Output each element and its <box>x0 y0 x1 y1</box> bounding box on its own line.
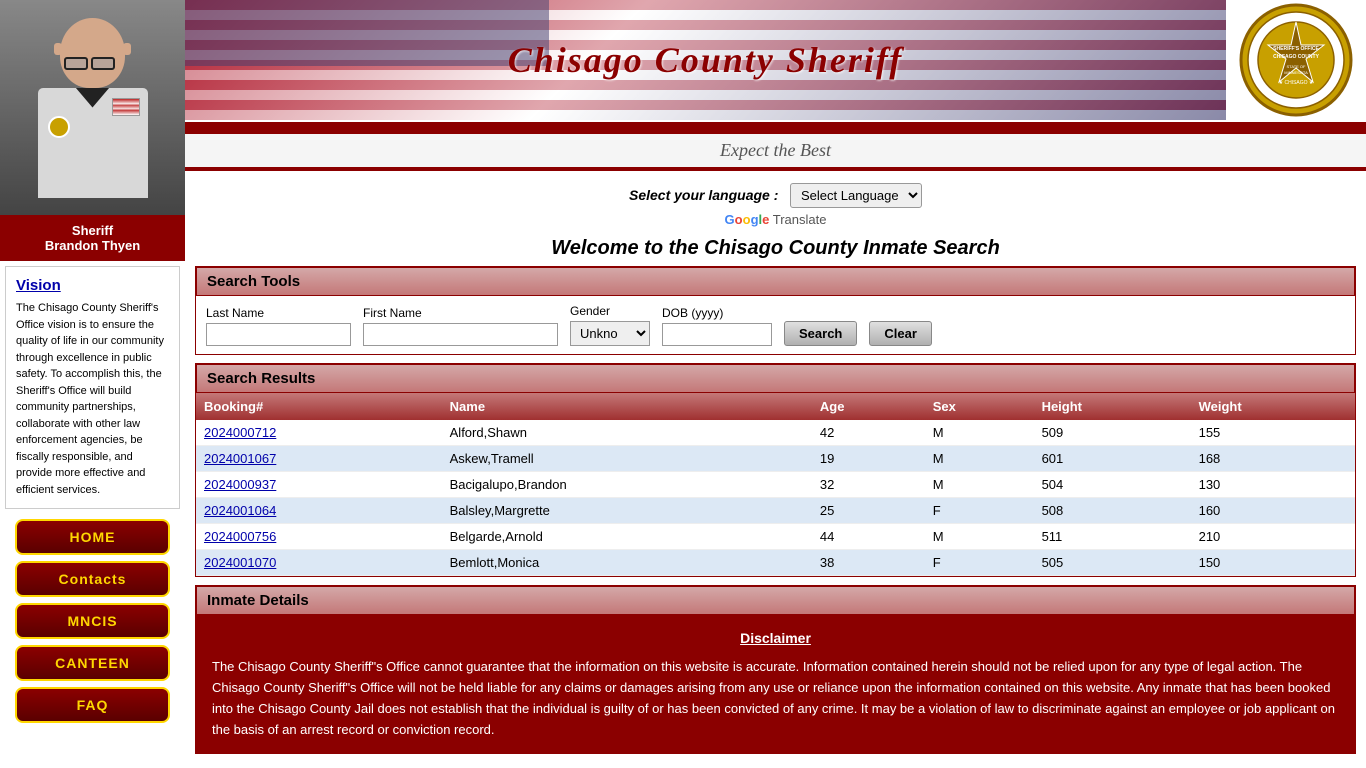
nav-buttons: HOME Contacts MNCIS CANTEEN FAQ <box>0 519 185 723</box>
table-row: 2024000756Belgarde,Arnold44M511210 <box>196 524 1355 550</box>
search-tools-header: Search Tools <box>196 267 1355 296</box>
disclaimer-text: The Chisago County Sheriff"s Office cann… <box>212 659 1335 736</box>
table-row: 2024000937Bacigalupo,Brandon32M504130 <box>196 472 1355 498</box>
nav-btn-mncis[interactable]: MNCIS <box>15 603 170 639</box>
header-red-bar <box>185 122 1366 134</box>
header: Chisago County Sheriff SHERIFF'S OFFICE … <box>185 0 1366 171</box>
lastname-label: Last Name <box>206 306 351 320</box>
svg-text:MINNESOTA: MINNESOTA <box>1284 70 1308 75</box>
google-translate-bar: Google Translate <box>185 212 1366 231</box>
nav-btn-contacts[interactable]: Contacts <box>15 561 170 597</box>
vision-box: Vision The Chisago County Sheriff's Offi… <box>5 266 180 509</box>
firstname-label: First Name <box>363 306 558 320</box>
svg-text:SHERIFF'S OFFICE: SHERIFF'S OFFICE <box>1273 46 1319 52</box>
lang-label: Select your language : <box>629 187 778 203</box>
gender-field: Gender UnknoMaleFemale <box>570 304 650 346</box>
header-subtitle: Expect the Best <box>720 140 831 160</box>
results-header: Search Results <box>196 364 1355 393</box>
vision-title: Vision <box>16 277 169 294</box>
details-header: Inmate Details <box>196 586 1355 615</box>
sheriff-fullname: Brandon Thyen <box>4 238 181 253</box>
vision-text: The Chisago County Sheriff's Office visi… <box>16 300 169 498</box>
nav-btn-faq[interactable]: FAQ <box>15 687 170 723</box>
sheriff-title: Sheriff <box>4 223 181 238</box>
svg-text:STATE OF: STATE OF <box>1287 64 1307 69</box>
gender-label: Gender <box>570 304 650 318</box>
booking-link[interactable]: 2024000756 <box>204 529 276 544</box>
col-age: Age <box>812 393 925 420</box>
details-box: Inmate Details Disclaimer The Chisago Co… <box>195 585 1356 754</box>
lastname-field: Last Name <box>206 306 351 346</box>
firstname-input[interactable] <box>363 323 558 346</box>
col-height: Height <box>1034 393 1191 420</box>
dob-input[interactable] <box>662 323 772 346</box>
results-table: Booking#NameAgeSexHeightWeight 202400071… <box>196 393 1355 576</box>
booking-link[interactable]: 2024001064 <box>204 503 276 518</box>
disclaimer-title: Disclaimer <box>212 627 1339 649</box>
lang-area: Select your language : Select LanguageAf… <box>185 171 1366 212</box>
results-box: Search Results Booking#NameAgeSexHeightW… <box>195 363 1356 577</box>
sheriff-photo <box>0 0 185 215</box>
booking-link[interactable]: 2024000712 <box>204 425 276 440</box>
dob-field: DOB (yyyy) <box>662 306 772 346</box>
col-sex: Sex <box>925 393 1034 420</box>
badge-area: SHERIFF'S OFFICE CHISAGO COUNTY STATE OF… <box>1226 0 1366 120</box>
booking-link[interactable]: 2024001067 <box>204 451 276 466</box>
translate-label: Translate <box>773 212 827 227</box>
search-button[interactable]: Search <box>784 321 857 346</box>
lang-select[interactable]: Select LanguageAfrikaansSpanishFrenchGer… <box>790 183 922 208</box>
table-row: 2024001067Askew,Tramell19M601168 <box>196 446 1355 472</box>
disclaimer: Disclaimer The Chisago County Sheriff"s … <box>196 615 1355 753</box>
lastname-input[interactable] <box>206 323 351 346</box>
gender-select[interactable]: UnknoMaleFemale <box>570 321 650 346</box>
header-flag: Chisago County Sheriff <box>185 0 1226 120</box>
table-row: 2024000712Alford,Shawn42M509155 <box>196 420 1355 446</box>
firstname-field: First Name <box>363 306 558 346</box>
table-row: 2024001064Balsley,Margrette25F508160 <box>196 498 1355 524</box>
table-row: 2024001070Bemlott,Monica38F505150 <box>196 550 1355 576</box>
svg-text:CHISAGO COUNTY: CHISAGO COUNTY <box>1273 54 1320 60</box>
dob-label: DOB (yyyy) <box>662 306 772 320</box>
results-tbody: 2024000712Alford,Shawn42M509155202400106… <box>196 420 1355 576</box>
col-booking#: Booking# <box>196 393 442 420</box>
booking-link[interactable]: 2024001070 <box>204 555 276 570</box>
header-title: Chisago County Sheriff <box>508 39 903 81</box>
clear-button[interactable]: Clear <box>869 321 932 346</box>
sheriff-badge-icon: SHERIFF'S OFFICE CHISAGO COUNTY STATE OF… <box>1236 0 1356 120</box>
search-tools-box: Search Tools Last Name First Name Gender… <box>195 266 1356 355</box>
col-weight: Weight <box>1191 393 1355 420</box>
nav-btn-canteen[interactable]: CANTEEN <box>15 645 170 681</box>
search-form: Last Name First Name Gender UnknoMaleFem… <box>196 296 1355 354</box>
sheriff-name-box: Sheriff Brandon Thyen <box>0 215 185 261</box>
results-header-row: Booking#NameAgeSexHeightWeight <box>196 393 1355 420</box>
nav-btn-home[interactable]: HOME <box>15 519 170 555</box>
booking-link[interactable]: 2024000937 <box>204 477 276 492</box>
page-title: Welcome to the Chisago County Inmate Sea… <box>185 231 1366 266</box>
col-name: Name <box>442 393 812 420</box>
svg-text:★ CHISAGO ★: ★ CHISAGO ★ <box>1279 80 1314 86</box>
